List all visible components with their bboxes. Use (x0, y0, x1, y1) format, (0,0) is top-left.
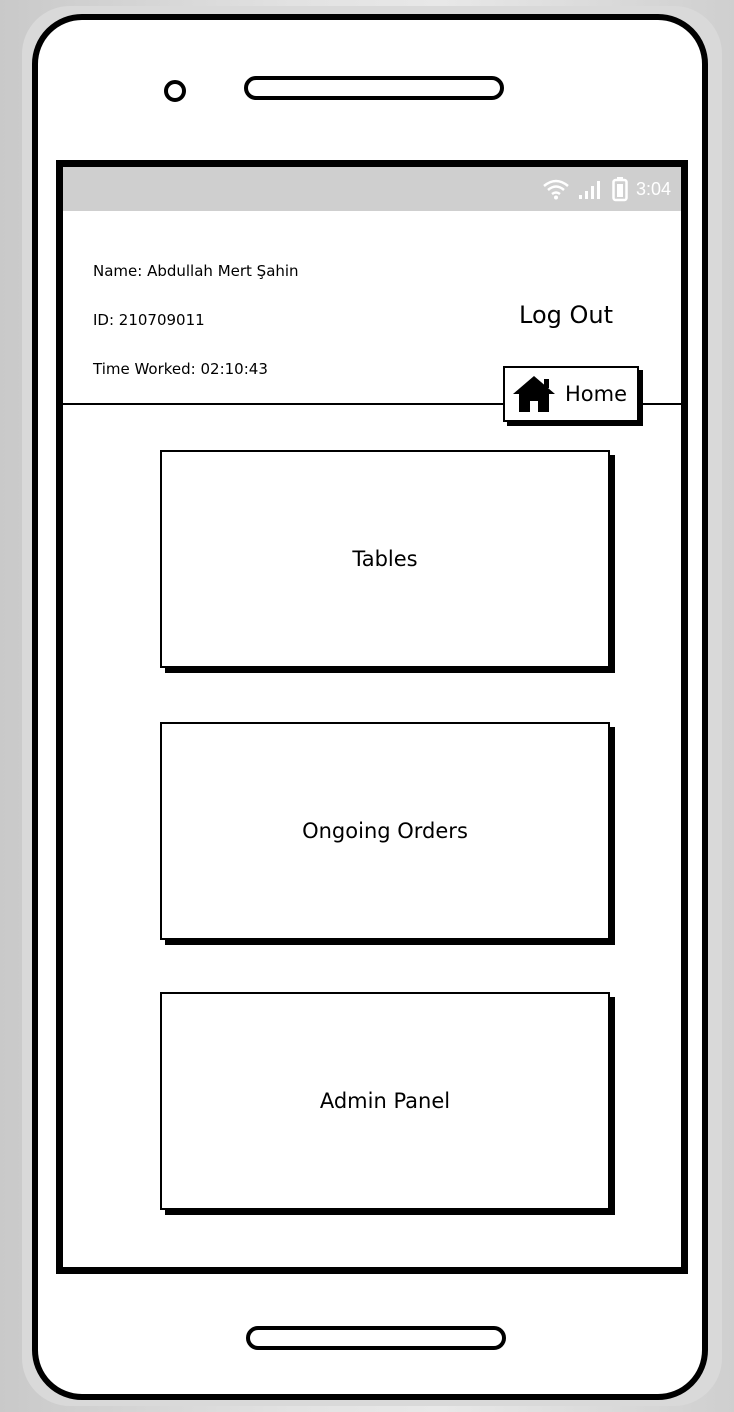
wifi-icon (543, 179, 569, 200)
front-camera (164, 80, 186, 102)
hardware-home-button[interactable] (246, 1326, 506, 1350)
time-worked-label: Time Worked: 02:10:43 (93, 360, 268, 378)
battery-icon (612, 177, 628, 202)
user-header: Name: Abdullah Mert Şahin ID: 210709011 … (63, 211, 681, 422)
signal-icon (578, 181, 600, 199)
logout-button[interactable]: Log Out (519, 301, 613, 329)
home-icon (513, 376, 555, 412)
earpiece-speaker (244, 76, 504, 100)
user-name-label: Name: Abdullah Mert Şahin (93, 262, 299, 280)
status-bar: 3:04 (63, 167, 681, 211)
phone-screen: 3:04 Name: Abdullah Mert Şahin ID: 21070… (56, 160, 688, 1274)
admin-panel-button[interactable]: Admin Panel (160, 992, 610, 1210)
status-time: 3:04 (635, 178, 671, 199)
user-id-label: ID: 210709011 (93, 311, 205, 329)
ongoing-orders-button[interactable]: Ongoing Orders (160, 722, 610, 940)
home-button-label: Home (565, 382, 628, 406)
status-icons: 3:04 (542, 175, 671, 203)
home-button[interactable]: Home (503, 366, 639, 422)
tables-button[interactable]: Tables (160, 450, 610, 668)
